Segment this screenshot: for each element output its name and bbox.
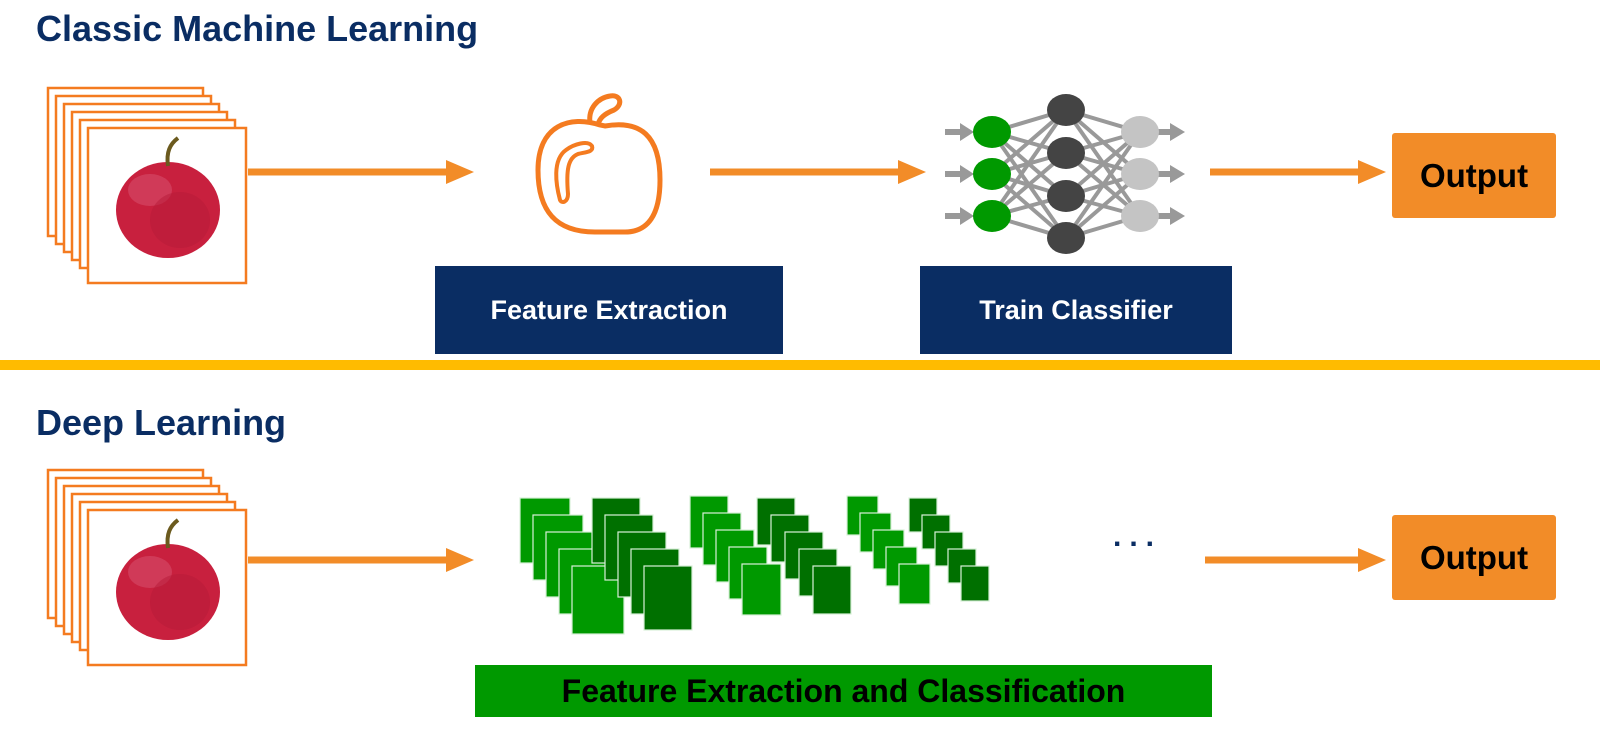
- neural-network-icon: [945, 94, 1185, 254]
- apple-photo-stack-icon: [46, 86, 248, 285]
- output-arrow-head: [1170, 123, 1185, 141]
- hidden-node: [1047, 137, 1085, 169]
- output-node: [1121, 158, 1159, 190]
- input-node: [973, 200, 1011, 232]
- arrow-icon: [710, 160, 926, 184]
- arrow-icon: [248, 160, 474, 184]
- output-node: [1121, 200, 1159, 232]
- output-arrow-head: [1170, 165, 1185, 183]
- hidden-node: [1047, 222, 1085, 254]
- input-arrow-head: [960, 123, 974, 141]
- apple-outline-icon: [535, 93, 663, 235]
- feature-extraction-classification-label: Feature Extraction and Classification: [561, 672, 1126, 709]
- apple-photo-stack-icon: [46, 468, 248, 667]
- output-node: [1121, 116, 1159, 148]
- section-divider: [0, 360, 1600, 370]
- feature-extraction-label: Feature Extraction: [490, 294, 728, 325]
- feature-extraction-box: Feature Extraction: [435, 266, 783, 354]
- hidden-node: [1047, 180, 1085, 212]
- deep-output-label: Output: [1419, 538, 1529, 576]
- arrow-icon: [248, 548, 474, 572]
- input-node: [973, 116, 1011, 148]
- classic-output-label: Output: [1419, 156, 1529, 194]
- feature-extraction-classification-bar: Feature Extraction and Classification: [475, 665, 1212, 717]
- classic-ml-title: Classic Machine Learning: [36, 8, 479, 49]
- feature-map: [960, 565, 990, 602]
- classic-output-box: Output: [1392, 133, 1556, 218]
- feature-map: [812, 565, 852, 615]
- train-classifier-label: Train Classifier: [979, 294, 1173, 325]
- train-classifier-box: Train Classifier: [920, 266, 1232, 354]
- input-node: [973, 158, 1011, 190]
- hidden-node: [1047, 94, 1085, 126]
- deep-output-box: Output: [1392, 515, 1556, 600]
- ellipsis: ...: [1113, 520, 1163, 553]
- feature-map: [741, 563, 782, 616]
- feature-map: [643, 565, 693, 631]
- input-arrow-head: [960, 165, 974, 183]
- convolutional-layers-icon: [519, 495, 990, 635]
- arrow-icon: [1205, 548, 1386, 572]
- feature-map: [898, 563, 931, 605]
- input-arrow-head: [960, 207, 974, 225]
- deep-learning-title: Deep Learning: [36, 402, 287, 443]
- output-arrow-head: [1170, 207, 1185, 225]
- arrow-icon: [1210, 160, 1386, 184]
